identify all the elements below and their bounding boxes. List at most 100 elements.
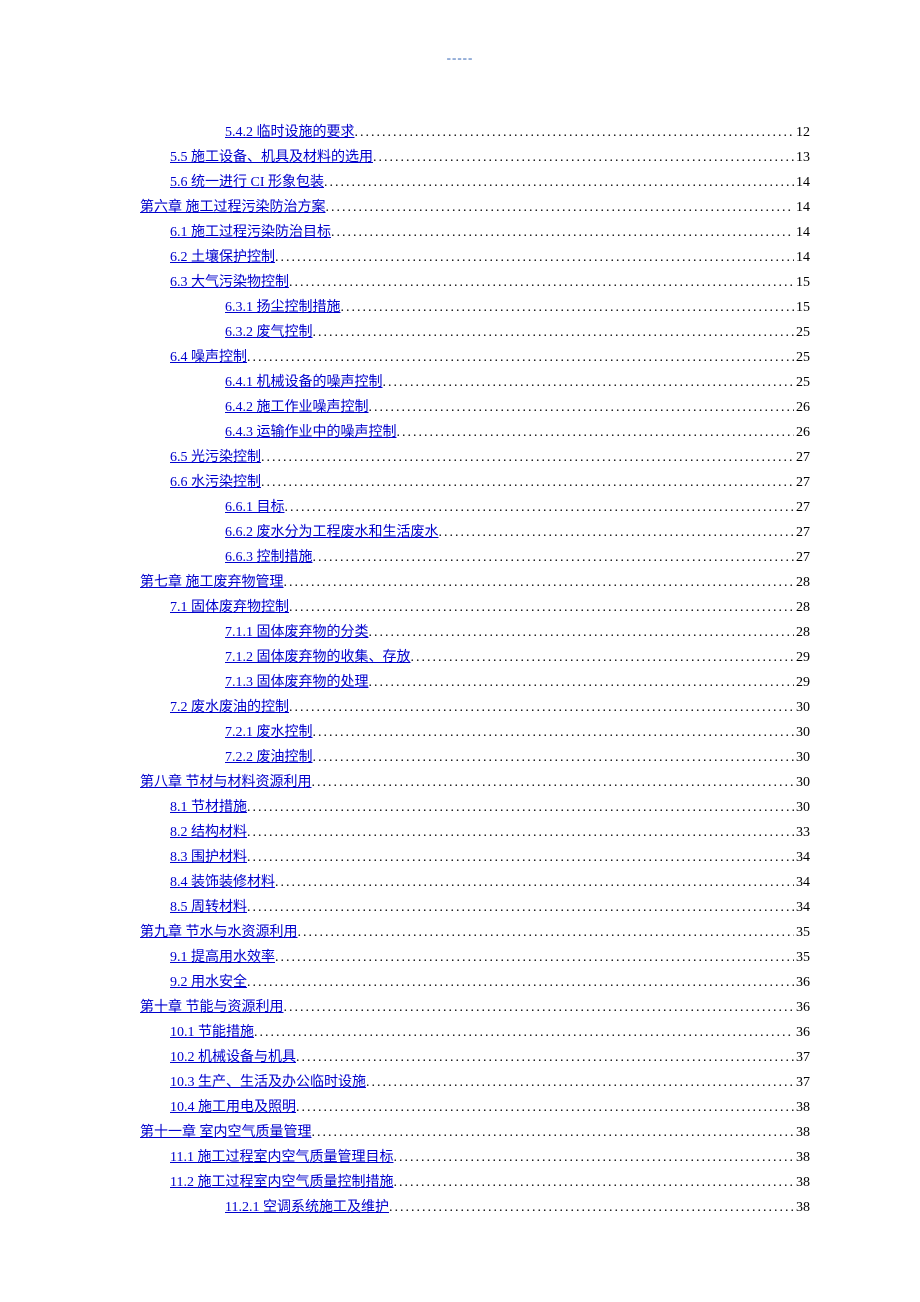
toc-link[interactable]: 6.3.1 扬尘控制措施	[225, 295, 341, 320]
toc-link[interactable]: 6.5 光污染控制	[170, 445, 261, 470]
toc-entry: 11.1 施工过程室内空气质量管理目标38	[140, 1145, 810, 1170]
table-of-contents: 5.4.2 临时设施的要求125.5 施工设备、机具及材料的选用135.6 统一…	[140, 120, 810, 1220]
toc-link[interactable]: 6.4.1 机械设备的噪声控制	[225, 370, 383, 395]
toc-link[interactable]: 8.2 结构材料	[170, 820, 247, 845]
toc-link[interactable]: 7.1.2 固体废弃物的收集、存放	[225, 645, 411, 670]
toc-entry: 7.2.1 废水控制30	[140, 720, 810, 745]
toc-leader-dots	[296, 1095, 794, 1120]
toc-link[interactable]: 6.6.1 目标	[225, 495, 285, 520]
toc-link[interactable]: 第七章 施工废弃物管理	[140, 570, 284, 595]
toc-link[interactable]: 5.4.2 临时设施的要求	[225, 120, 355, 145]
toc-leader-dots	[289, 695, 794, 720]
toc-link[interactable]: 6.4.3 运输作业中的噪声控制	[225, 420, 397, 445]
toc-page-number: 27	[794, 470, 810, 495]
toc-link[interactable]: 6.6.2 废水分为工程废水和生活废水	[225, 520, 439, 545]
toc-link[interactable]: 7.1.3 固体废弃物的处理	[225, 670, 369, 695]
toc-page-number: 30	[794, 745, 810, 770]
toc-link[interactable]: 11.2.1 空调系统施工及维护	[225, 1195, 389, 1220]
toc-entry: 7.1.3 固体废弃物的处理29	[140, 670, 810, 695]
toc-leader-dots	[326, 195, 795, 220]
toc-entry: 6.3 大气污染物控制15	[140, 270, 810, 295]
toc-link[interactable]: 第八章 节材与材料资源利用	[140, 770, 312, 795]
toc-link[interactable]: 8.3 围护材料	[170, 845, 247, 870]
toc-link[interactable]: 5.6 统一进行 CI 形象包装	[170, 170, 324, 195]
toc-link[interactable]: 7.2 废水废油的控制	[170, 695, 289, 720]
toc-entry: 6.3.2 废气控制 25	[140, 320, 810, 345]
toc-link[interactable]: 6.3.2 废气控制	[225, 320, 313, 345]
toc-leader-dots	[247, 345, 794, 370]
toc-link[interactable]: 9.2 用水安全	[170, 970, 247, 995]
toc-page-number: 38	[794, 1195, 810, 1220]
toc-leader-dots	[247, 970, 794, 995]
toc-leader-dots	[289, 270, 794, 295]
toc-leader-dots	[313, 545, 795, 570]
toc-page-number: 12	[794, 120, 810, 145]
toc-leader-dots	[296, 1045, 794, 1070]
toc-link[interactable]: 6.2 土壤保护控制	[170, 245, 275, 270]
toc-entry: 8.3 围护材料34	[140, 845, 810, 870]
toc-link[interactable]: 第十章 节能与资源利用	[140, 995, 284, 1020]
toc-entry: 7.1.1 固体废弃物的分类28	[140, 620, 810, 645]
toc-entry: 8.5 周转材料34	[140, 895, 810, 920]
toc-link[interactable]: 10.1 节能措施	[170, 1020, 254, 1045]
toc-leader-dots	[313, 320, 795, 345]
toc-entry: 第九章 节水与水资源利用35	[140, 920, 810, 945]
toc-link[interactable]: 8.4 装饰装修材料	[170, 870, 275, 895]
header-mark: -----	[0, 50, 920, 66]
toc-leader-dots	[369, 670, 795, 695]
toc-link[interactable]: 6.4 噪声控制	[170, 345, 247, 370]
toc-page-number: 28	[794, 595, 810, 620]
toc-entry: 9.2 用水安全36	[140, 970, 810, 995]
toc-page-number: 36	[794, 1020, 810, 1045]
toc-link[interactable]: 第十一章 室内空气质量管理	[140, 1120, 312, 1145]
toc-link[interactable]: 6.6 水污染控制	[170, 470, 261, 495]
toc-link[interactable]: 第六章 施工过程污染防治方案	[140, 195, 326, 220]
toc-entry: 10.2 机械设备与机具37	[140, 1045, 810, 1070]
toc-link[interactable]: 6.6.3 控制措施	[225, 545, 313, 570]
toc-page-number: 25	[794, 370, 810, 395]
toc-entry: 6.6.1 目标 27	[140, 495, 810, 520]
toc-leader-dots	[275, 245, 794, 270]
toc-link[interactable]: 6.3 大气污染物控制	[170, 270, 289, 295]
toc-link[interactable]: 10.3 生产、生活及办公临时设施	[170, 1070, 366, 1095]
toc-page-number: 37	[794, 1070, 810, 1095]
toc-leader-dots	[369, 620, 795, 645]
toc-entry: 8.4 装饰装修材料34	[140, 870, 810, 895]
toc-link[interactable]: 6.1 施工过程污染防治目标	[170, 220, 331, 245]
toc-link[interactable]: 7.1.1 固体废弃物的分类	[225, 620, 369, 645]
toc-page-number: 25	[794, 320, 810, 345]
toc-link[interactable]: 第九章 节水与水资源利用	[140, 920, 298, 945]
toc-entry: 第十一章 室内空气质量管理38	[140, 1120, 810, 1145]
toc-entry: 6.6 水污染控制 27	[140, 470, 810, 495]
toc-link[interactable]: 5.5 施工设备、机具及材料的选用	[170, 145, 373, 170]
toc-link[interactable]: 7.1 固体废弃物控制	[170, 595, 289, 620]
toc-leader-dots	[284, 995, 795, 1020]
toc-link[interactable]: 10.4 施工用电及照明	[170, 1095, 296, 1120]
toc-leader-dots	[383, 370, 795, 395]
toc-link[interactable]: 7.2.1 废水控制	[225, 720, 313, 745]
toc-entry: 第七章 施工废弃物管理28	[140, 570, 810, 595]
toc-leader-dots	[285, 495, 795, 520]
toc-entry: 6.4.1 机械设备的噪声控制 25	[140, 370, 810, 395]
toc-link[interactable]: 8.1 节材措施	[170, 795, 247, 820]
toc-leader-dots	[331, 220, 794, 245]
toc-link[interactable]: 7.2.2 废油控制	[225, 745, 313, 770]
toc-page-number: 14	[794, 195, 810, 220]
toc-link[interactable]: 11.1 施工过程室内空气质量管理目标	[170, 1145, 393, 1170]
toc-entry: 9.1 提高用水效率35	[140, 945, 810, 970]
toc-link[interactable]: 6.4.2 施工作业噪声控制	[225, 395, 369, 420]
toc-leader-dots	[369, 395, 795, 420]
toc-leader-dots	[373, 145, 794, 170]
toc-entry: 8.1 节材措施30	[140, 795, 810, 820]
toc-page-number: 14	[794, 220, 810, 245]
toc-link[interactable]: 9.1 提高用水效率	[170, 945, 275, 970]
toc-leader-dots	[355, 120, 795, 145]
toc-entry: 11.2.1 空调系统施工及维护 38	[140, 1195, 810, 1220]
toc-link[interactable]: 10.2 机械设备与机具	[170, 1045, 296, 1070]
toc-link[interactable]: 8.5 周转材料	[170, 895, 247, 920]
toc-page-number: 27	[794, 445, 810, 470]
toc-link[interactable]: 11.2 施工过程室内空气质量控制措施	[170, 1170, 393, 1195]
toc-page-number: 33	[794, 820, 810, 845]
toc-leader-dots	[261, 470, 794, 495]
toc-page-number: 27	[794, 495, 810, 520]
